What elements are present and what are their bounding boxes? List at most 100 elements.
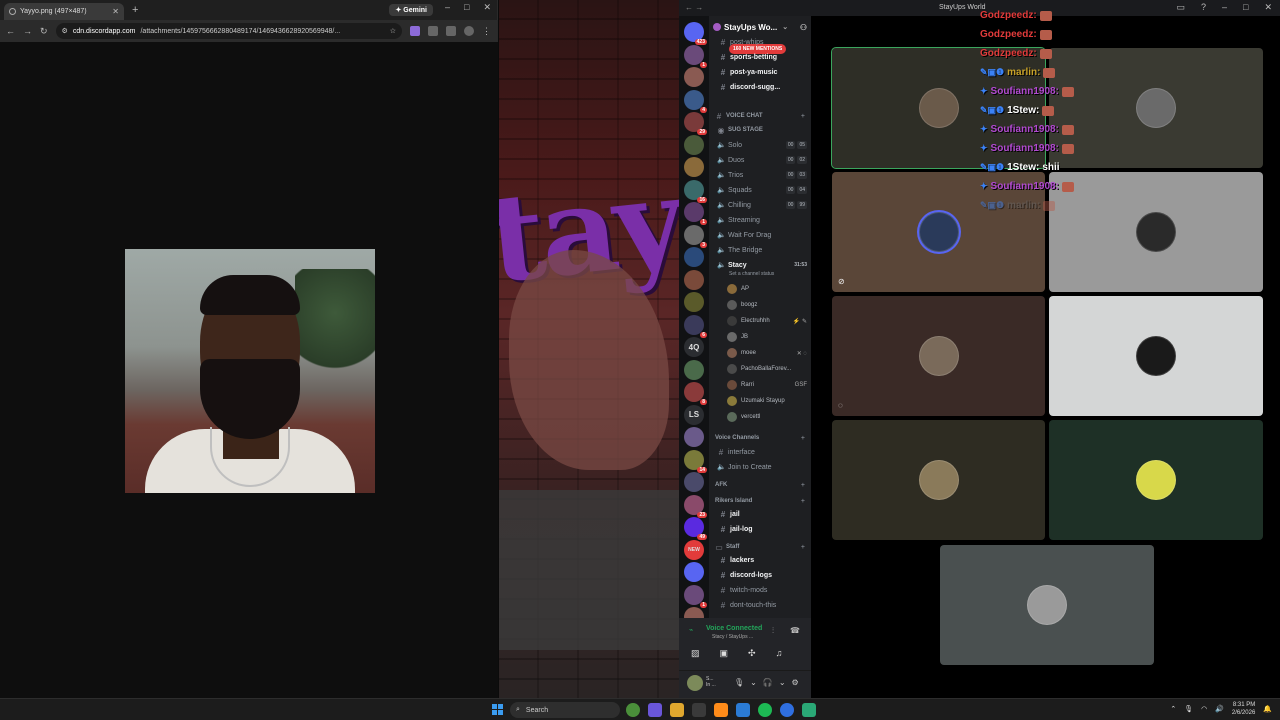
channel-item[interactable]: # twitch-mods [709,583,811,597]
participant-tile[interactable] [1049,420,1263,540]
close-button[interactable]: ✕ [1264,2,1272,13]
voice-member[interactable]: PachoBallaForev... [727,362,811,376]
add-channel-icon[interactable]: + [801,113,805,120]
close-tab-icon[interactable]: ✕ [112,7,119,16]
channel-item[interactable]: # post-whips [709,35,811,49]
server-icon[interactable] [684,562,704,582]
server-icon[interactable] [684,134,704,155]
channel-item[interactable]: # post-ya-music [709,65,811,79]
voice-channel-item[interactable]: 🔈 Duos 00 02 [709,153,811,167]
settings-gear-icon[interactable]: ⚙ [792,678,799,687]
add-user-icon[interactable]: ⚇ [800,23,807,32]
voice-member[interactable]: AP [727,282,811,296]
start-button[interactable] [492,704,503,715]
channel-item[interactable]: # discord-sugg... [709,80,811,94]
noise-suppression-icon[interactable]: ⫶ [772,626,774,636]
notification-bell-icon[interactable]: 🔔 [1263,705,1272,713]
mic-icon[interactable]: 🎙 [734,678,744,687]
participant-tile[interactable] [832,420,1045,540]
channel-status-hint[interactable]: Set a channel status [729,271,774,277]
extension-icon[interactable] [410,26,420,36]
voice-channels-category[interactable]: Voice Channels + [709,431,811,445]
participant-tile[interactable] [1049,296,1263,416]
voice-channel-sub[interactable]: Stacy / StayUps ... [712,634,753,640]
channel-item[interactable]: # sports-betting [709,50,811,64]
minimize-button[interactable]: – [1222,2,1227,13]
server-icon[interactable]: 8 [684,382,707,405]
server-icon[interactable]: 1 [684,584,707,608]
spotify-icon[interactable] [758,703,772,717]
stage-channel[interactable]: ◉ SUG STAGE [709,123,811,137]
voice-member[interactable]: Uzumaki Stayup [727,394,811,408]
profile-avatar[interactable] [464,26,474,36]
active-voice-channel[interactable]: 🔈 Stacy 31:53 [709,258,811,272]
volume-icon[interactable]: 🔊 [1215,705,1224,713]
user-info[interactable]: S... In ... [706,676,716,688]
add-channel-icon[interactable]: + [801,482,805,489]
server-icon[interactable] [684,292,704,312]
server-icon[interactable]: 49 [684,517,707,540]
server-icon[interactable] [684,427,704,447]
server-icon[interactable] [684,247,704,267]
voice-channel-item[interactable]: 🔈 Chilling 00 99 [709,198,811,212]
server-icon[interactable]: 3 [684,224,707,248]
server-icon[interactable]: 4 [684,89,707,113]
maximize-button[interactable]: □ [464,2,469,13]
server-icon[interactable]: 23 [684,494,707,518]
help-icon[interactable]: ? [1201,2,1206,13]
screen-share-icon[interactable]: ▣ [720,648,729,659]
server-icon[interactable] [684,472,704,492]
chevron-up-icon[interactable]: ⌃ [1170,705,1176,713]
disconnect-icon[interactable]: ☎ [790,626,800,635]
channel-item[interactable]: # discord-logs [709,568,811,582]
voice-channel-item[interactable]: 🔈 Trios 00 03 [709,168,811,182]
server-icon[interactable] [684,157,704,177]
server-icon-text[interactable]: NEW [684,539,704,560]
add-channel-icon[interactable]: + [801,435,805,442]
chrome-app-icon[interactable] [626,703,640,717]
forward-icon[interactable]: → [23,26,32,36]
channel-item[interactable]: # dont-touch-this [709,598,811,612]
clock[interactable]: 8:31 PM 2/6/2026 [1232,701,1255,717]
add-channel-icon[interactable]: + [801,544,805,551]
server-icon-text[interactable]: 4Q [684,337,704,357]
maximize-button[interactable]: □ [1243,2,1248,13]
gemini-button[interactable]: ✦ Gemini [389,4,433,16]
voice-member[interactable]: moee ✕ ◌ [727,346,811,360]
server-icon[interactable]: 423 [684,22,707,45]
add-channel-icon[interactable]: + [801,498,805,505]
inbox-icon[interactable]: ▭ [1176,2,1185,13]
rikers-category[interactable]: Rikers Island + [709,494,811,508]
wifi-icon[interactable]: ◠ [1201,705,1207,713]
voice-channel-item[interactable]: 🔈 Wait For Drag [709,228,811,242]
channel-item[interactable]: # interface [709,445,811,459]
voice-member[interactable]: vercettl [727,410,811,424]
mic-icon[interactable]: 🎙 [1184,705,1193,713]
server-icon[interactable]: 29 [684,112,707,135]
participant-tile[interactable] [940,545,1154,665]
close-window-button[interactable]: ✕ [483,2,491,13]
server-icon[interactable]: 1 [684,44,707,68]
voice-channel-item[interactable]: 🔈 Squads 00 04 [709,183,811,197]
soundboard-icon[interactable]: ♫ [776,648,783,659]
server-icon[interactable] [684,269,704,290]
minimize-button[interactable]: – [445,2,450,13]
browser-tab[interactable]: Yayyo.png (497×487) ✕ [4,3,124,20]
channel-item[interactable]: 🔈 Join to Create [709,460,811,474]
voice-channel-item[interactable]: 🔈 The Bridge [709,243,811,257]
new-tab-button[interactable]: + [132,4,138,16]
server-icon[interactable]: 6 [684,314,707,338]
server-icon[interactable]: 14 [684,449,707,473]
server-icon-text[interactable]: LS [684,404,704,425]
server-icon[interactable] [684,67,704,87]
channel-item[interactable]: # lackers [709,553,811,567]
chevron-down-icon[interactable]: ⌄ [750,678,757,687]
channel-item[interactable]: # jail [709,507,811,521]
chevron-down-icon[interactable]: ⌄ [779,678,786,687]
app-icon[interactable] [780,703,794,717]
extensions-puzzle-icon[interactable] [428,26,438,36]
voice-member[interactable]: Electruhhh ⚡ ✎ [727,314,811,328]
camera-off-icon[interactable]: ▨ [691,648,700,659]
bookmark-star-icon[interactable]: ☆ [390,27,396,35]
voice-channel-item[interactable]: 🔈 Solo 00 05 [709,138,811,152]
